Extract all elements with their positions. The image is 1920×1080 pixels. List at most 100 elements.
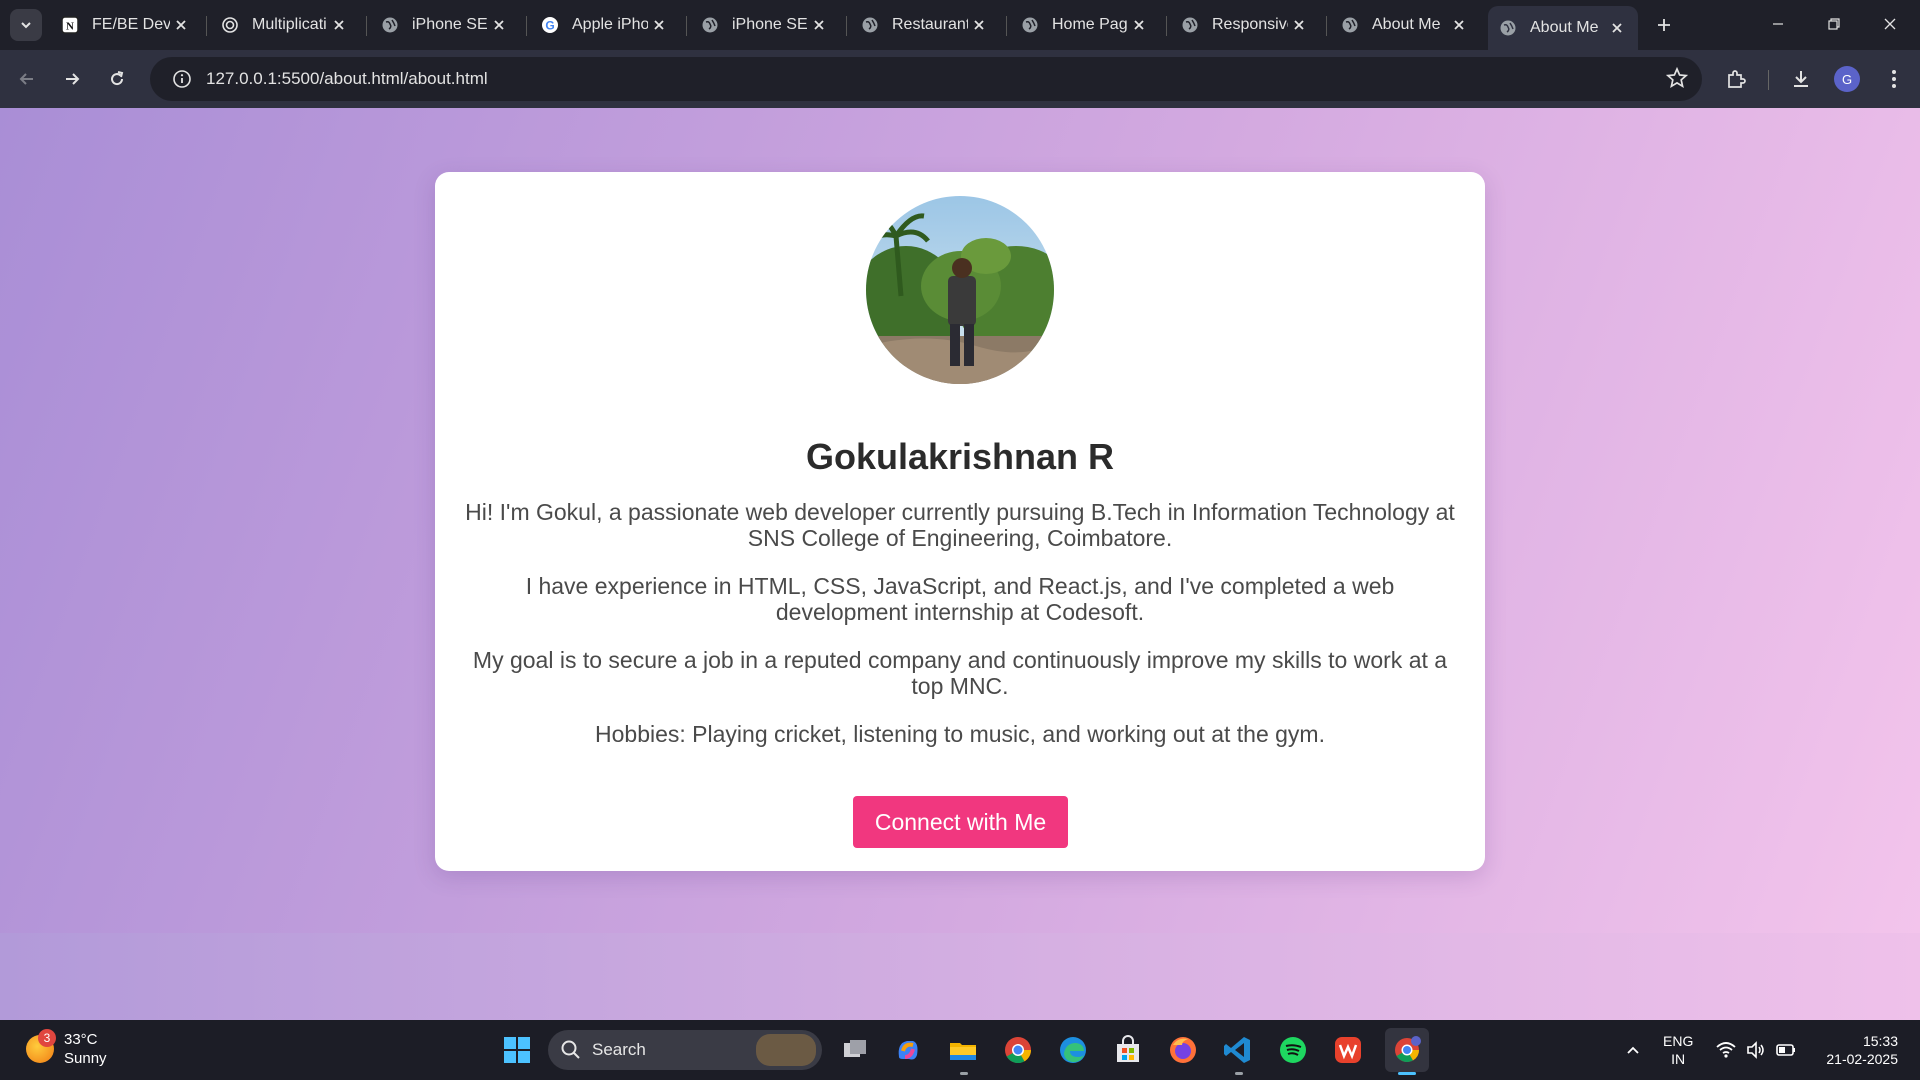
close-tab-icon[interactable] bbox=[1288, 14, 1310, 36]
vscode-button[interactable] bbox=[1220, 1032, 1256, 1068]
task-view-icon bbox=[844, 1040, 866, 1057]
address-bar[interactable]: 127.0.0.1:5500/about.html/about.html bbox=[150, 57, 1702, 101]
profile-button[interactable]: G bbox=[1831, 63, 1863, 95]
reload-icon bbox=[111, 71, 124, 86]
lang-region: IN bbox=[1671, 1051, 1686, 1067]
firefox-button[interactable] bbox=[1165, 1032, 1201, 1068]
globe-icon bbox=[860, 15, 880, 35]
show-hidden-icons-button[interactable] bbox=[1615, 1032, 1651, 1068]
notification-badge: 3 bbox=[38, 1029, 56, 1047]
svg-text:N: N bbox=[66, 21, 74, 33]
battery-button[interactable] bbox=[1768, 1032, 1804, 1068]
chrome-profile-icon bbox=[1395, 1036, 1421, 1063]
tab-title: Restaurant bbox=[892, 16, 968, 33]
close-tab-icon[interactable] bbox=[1128, 14, 1150, 36]
new-tab-button[interactable] bbox=[1652, 13, 1676, 37]
tab-home-page[interactable]: Home Pag bbox=[1010, 6, 1160, 44]
clock-time: 15:33 bbox=[1862, 1033, 1898, 1049]
close-tab-icon[interactable] bbox=[1606, 17, 1628, 39]
close-tab-icon[interactable] bbox=[648, 14, 670, 36]
about-card: Gokulakrishnan R Hi! I'm Gokul, a passio… bbox=[435, 172, 1485, 871]
kebab-menu-icon bbox=[1892, 70, 1896, 88]
tab-about-me-active[interactable]: About Me bbox=[1488, 6, 1638, 50]
forward-button[interactable] bbox=[57, 64, 87, 94]
profile-photo bbox=[866, 196, 1054, 384]
bio-paragraph-intro: Hi! I'm Gokul, a passionate web develope… bbox=[465, 499, 1455, 551]
close-window-button[interactable] bbox=[1870, 8, 1910, 40]
tab-restaurant[interactable]: Restaurant bbox=[850, 6, 1000, 44]
language-indicator[interactable]: ENG IN bbox=[1663, 1032, 1693, 1068]
windows-icon bbox=[504, 1037, 530, 1063]
back-button[interactable] bbox=[12, 64, 42, 94]
tab-apple-iphone[interactable]: G Apple iPho bbox=[530, 6, 680, 44]
tab-title: Home Pag bbox=[1052, 16, 1128, 33]
bio-paragraph-experience: I have experience in HTML, CSS, JavaScri… bbox=[525, 573, 1395, 625]
tab-iphone-se-2[interactable]: iPhone SE bbox=[690, 6, 840, 44]
bio-paragraph-hobbies: Hobbies: Playing cricket, listening to m… bbox=[595, 721, 1325, 747]
notion-icon: N bbox=[60, 15, 80, 35]
tab-responsive[interactable]: Responsive bbox=[1170, 6, 1320, 44]
globe-icon bbox=[1340, 15, 1360, 35]
system-clock[interactable]: 15:33 21-02-2025 bbox=[1818, 1032, 1898, 1068]
store-button[interactable] bbox=[1110, 1032, 1146, 1068]
menu-button[interactable] bbox=[1878, 63, 1910, 95]
tab-search-button[interactable] bbox=[10, 9, 42, 41]
site-info-icon[interactable] bbox=[162, 69, 202, 89]
tab-multiplication[interactable]: Multiplicati bbox=[210, 6, 360, 44]
tab-fe-be-dev[interactable]: N FE/BE Dev bbox=[50, 6, 202, 44]
restore-button[interactable] bbox=[1814, 8, 1854, 40]
tab-title: About Me bbox=[1372, 16, 1441, 33]
close-tab-icon[interactable] bbox=[328, 14, 350, 36]
minimize-button[interactable] bbox=[1758, 8, 1798, 40]
chrome-profile-button[interactable] bbox=[1385, 1028, 1429, 1072]
firefox-icon bbox=[1170, 1037, 1196, 1063]
download-icon bbox=[1794, 71, 1808, 87]
close-tab-icon[interactable] bbox=[488, 14, 510, 36]
browser-toolbar: 127.0.0.1:5500/about.html/about.html G bbox=[0, 50, 1920, 108]
page-viewport: Gokulakrishnan R Hi! I'm Gokul, a passio… bbox=[0, 108, 1920, 1020]
chrome-button[interactable] bbox=[1000, 1032, 1036, 1068]
copilot-icon bbox=[898, 1041, 918, 1060]
close-tab-icon[interactable] bbox=[170, 14, 192, 36]
profile-name: Gokulakrishnan R bbox=[805, 436, 1115, 477]
globe-icon bbox=[1180, 15, 1200, 35]
connect-button[interactable]: Connect with Me bbox=[853, 796, 1068, 848]
bookmark-star-icon[interactable] bbox=[1665, 66, 1689, 94]
downloads-button[interactable] bbox=[1785, 63, 1817, 95]
edge-button[interactable] bbox=[1055, 1032, 1091, 1068]
wps-office-button[interactable] bbox=[1330, 1032, 1366, 1068]
close-tab-icon[interactable] bbox=[808, 14, 830, 36]
chevron-down-icon bbox=[21, 22, 31, 29]
chevron-up-icon bbox=[1627, 1046, 1639, 1054]
tab-title: FE/BE Dev bbox=[92, 16, 170, 33]
tab-about-me-1[interactable]: About Me bbox=[1330, 6, 1480, 44]
close-icon bbox=[1884, 18, 1896, 30]
search-highlight-image bbox=[756, 1034, 816, 1066]
wps-icon bbox=[1335, 1037, 1361, 1063]
vscode-icon bbox=[1224, 1037, 1250, 1063]
spotify-button[interactable] bbox=[1275, 1032, 1311, 1068]
tab-iphone-se-1[interactable]: iPhone SE bbox=[370, 6, 520, 44]
search-icon bbox=[561, 1040, 580, 1059]
arrow-right-icon bbox=[66, 73, 80, 85]
task-view-button[interactable] bbox=[837, 1032, 873, 1068]
taskbar: 3 33°C Sunny Search ENG IN 15:33 21-02-2… bbox=[0, 1020, 1920, 1080]
taskbar-search[interactable]: Search bbox=[548, 1030, 822, 1070]
url-text[interactable]: 127.0.0.1:5500/about.html/about.html bbox=[206, 69, 488, 89]
weather-widget[interactable]: 3 33°C Sunny bbox=[26, 1029, 107, 1068]
copilot-button[interactable] bbox=[890, 1032, 926, 1068]
minimize-icon bbox=[1773, 23, 1783, 25]
speaker-icon bbox=[1747, 1041, 1764, 1059]
extensions-button[interactable] bbox=[1720, 63, 1752, 95]
close-tab-icon[interactable] bbox=[968, 14, 990, 36]
bio-paragraph-goal: My goal is to secure a job in a reputed … bbox=[472, 647, 1448, 699]
spotify-icon bbox=[1280, 1037, 1306, 1063]
file-explorer-button[interactable] bbox=[945, 1032, 981, 1068]
start-button[interactable] bbox=[499, 1032, 535, 1068]
tab-title: iPhone SE bbox=[732, 16, 808, 33]
google-icon: G bbox=[540, 15, 560, 35]
avatar: G bbox=[1834, 66, 1860, 92]
page-footer-band bbox=[0, 933, 1920, 1020]
reload-button[interactable] bbox=[102, 64, 132, 94]
close-tab-icon[interactable] bbox=[1448, 14, 1470, 36]
